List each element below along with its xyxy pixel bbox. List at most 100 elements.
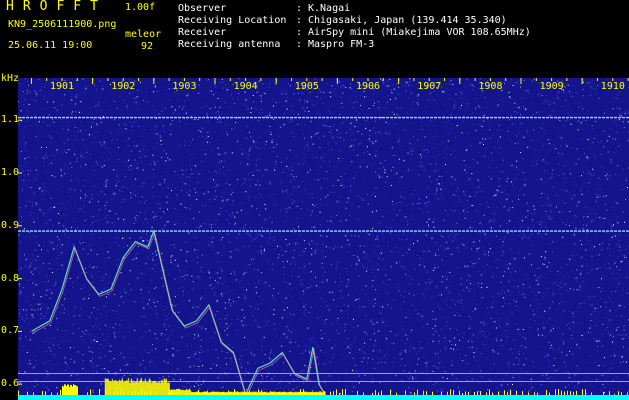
noise-dot [576, 148, 578, 150]
noise-dot [442, 367, 444, 369]
noise-dot [481, 287, 483, 289]
noise-dot [616, 132, 618, 134]
noise-dot [221, 270, 223, 272]
noise-dot [557, 118, 559, 120]
noise-dot [372, 142, 374, 144]
noise-dot [407, 338, 409, 340]
noise-dot [426, 271, 428, 273]
noise-dot [438, 335, 440, 337]
noise-dot [110, 116, 112, 117]
noise-dot [391, 92, 393, 94]
noise-dot [424, 289, 426, 291]
noise-dot [497, 129, 499, 131]
noise-dot [273, 309, 275, 311]
noise-dot [567, 112, 569, 114]
noise-dot [566, 354, 568, 356]
noise-dot [507, 323, 509, 325]
noise-dot [400, 295, 401, 297]
noise-dot [480, 274, 482, 276]
noise-dot [347, 305, 349, 307]
noise-dot [446, 171, 448, 173]
noise-dot [312, 337, 314, 339]
noise-dot [303, 265, 305, 266]
noise-dot [570, 123, 572, 125]
noise-dot [350, 185, 352, 187]
noise-dot [170, 220, 172, 222]
noise-dot [321, 158, 323, 160]
noise-dot [478, 186, 480, 188]
noise-dot [435, 318, 437, 320]
noise-dot [414, 147, 416, 149]
noise-dot [135, 257, 137, 259]
noise-dot [262, 83, 264, 85]
noise-dot [480, 94, 482, 96]
noise-dot [93, 96, 95, 98]
noise-dot [53, 355, 55, 357]
noise-dot [478, 180, 480, 182]
noise-dot [39, 318, 41, 320]
noise-dot [206, 137, 208, 139]
noise-dot [293, 113, 295, 115]
noise-dot [400, 149, 402, 151]
noise-dot [239, 336, 241, 338]
noise-dot [281, 189, 283, 191]
noise-dot [438, 175, 440, 177]
noise-dot [528, 92, 530, 94]
noise-dot [481, 232, 483, 234]
noise-dot [539, 110, 541, 112]
noise-dot [29, 201, 31, 203]
noise-dot [607, 383, 609, 385]
noise-dot [587, 361, 589, 363]
noise-dot [83, 185, 85, 187]
noise-dot [49, 341, 51, 343]
noise-dot [532, 311, 534, 313]
noise-dot [26, 81, 28, 83]
noise-dot [128, 161, 130, 163]
noise-dot [293, 261, 295, 263]
noise-dot [95, 318, 97, 320]
noise-dot [506, 336, 508, 338]
noise-dot [237, 376, 238, 378]
noise-dot [44, 83, 46, 85]
noise-dot [597, 346, 598, 348]
noise-dot [470, 390, 472, 392]
noise-dot [202, 325, 203, 327]
noise-dot [504, 291, 506, 293]
noise-dot [62, 268, 64, 270]
noise-dot [474, 195, 476, 197]
noise-dot [385, 103, 387, 105]
noise-dot [123, 237, 125, 239]
noise-dot [475, 262, 477, 264]
noise-dot [99, 118, 101, 120]
noise-dot [186, 93, 188, 95]
noise-dot [182, 174, 184, 175]
noise-dot [523, 233, 524, 235]
noise-dot [167, 201, 168, 203]
noise-dot [520, 383, 522, 385]
noise-dot [120, 352, 122, 354]
noise-dot [288, 83, 290, 85]
noise-dot [203, 351, 205, 353]
noise-dot [209, 141, 211, 143]
noise-dot [30, 262, 32, 264]
noise-dot [346, 386, 348, 388]
noise-dot [620, 152, 622, 154]
noise-dot [272, 364, 274, 366]
noise-dot [509, 207, 511, 209]
noise-dot [587, 158, 589, 160]
noise-dot [143, 307, 145, 309]
noise-dot [317, 166, 319, 168]
noise-dot [170, 334, 172, 336]
noise-dot [22, 346, 24, 348]
noise-dot [304, 273, 305, 275]
noise-dot [482, 297, 484, 299]
noise-dot [403, 370, 405, 372]
noise-dot [592, 80, 594, 82]
noise-dot [64, 308, 66, 310]
noise-dot [51, 353, 53, 355]
noise-dot [297, 113, 299, 115]
noise-dot [61, 244, 63, 246]
noise-dot [569, 90, 570, 92]
noise-dot [69, 102, 71, 104]
noise-dot [350, 145, 352, 147]
